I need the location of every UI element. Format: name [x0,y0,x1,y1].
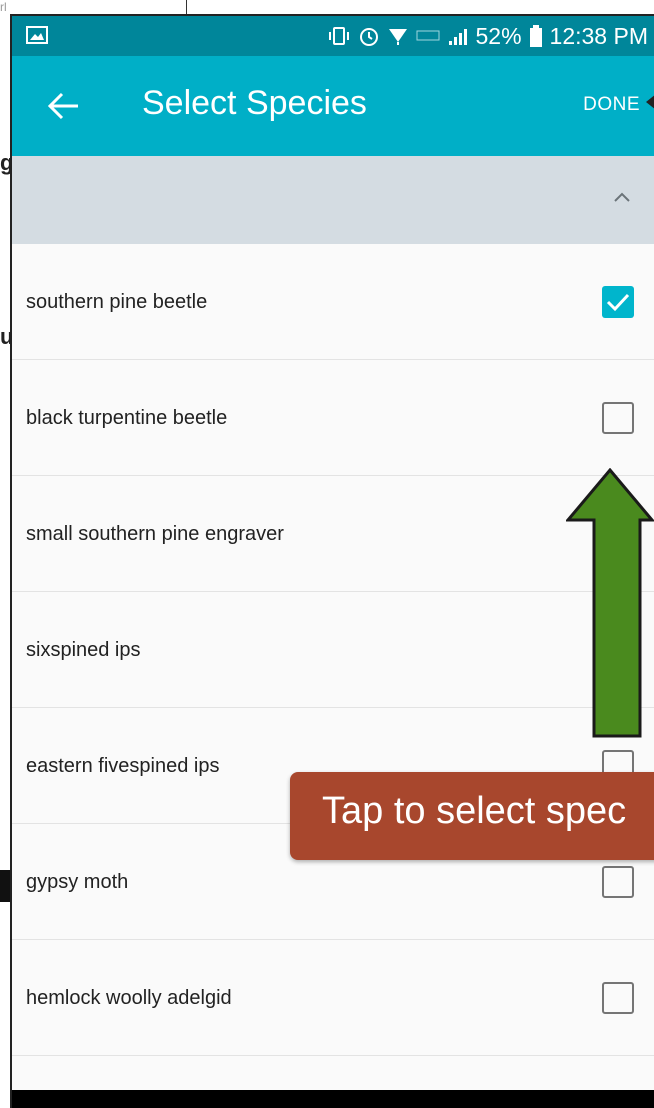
clock: 12:38 PM [549,22,648,49]
species-list: southern pine beetle black turpentine be… [12,244,654,1056]
species-row[interactable]: hemlock woolly adelgid [12,940,654,1056]
callout-text: Tap to select spec [322,790,627,832]
checkmark-icon [606,293,630,312]
back-arrow-icon[interactable] [44,86,84,126]
navigation-bar [12,1090,654,1108]
background-text-fragment: rl [0,0,7,14]
species-label: eastern fivespined ips [26,755,220,777]
app-bar: Select Species DONE [12,56,654,156]
status-icons: 52% 12:38 PM [328,16,648,56]
species-label: small southern pine engraver [26,523,284,545]
collapsible-group-header[interactable] [12,156,654,244]
species-label: gypsy moth [26,871,129,893]
battery-percent: 52% [475,22,522,49]
chevron-up-icon[interactable] [612,190,632,204]
species-checkbox[interactable] [602,402,634,434]
species-row[interactable]: southern pine beetle [12,244,654,360]
up-arrow-annotation-icon [566,468,654,738]
signal-icon [448,29,467,45]
species-label: sixspined ips [26,639,141,661]
vibrate-icon [328,27,349,45]
pointer-arrow-icon [646,95,654,109]
image-notification-icon [26,26,48,44]
instruction-callout: Tap to select spec [290,772,654,860]
status-bar: 52% 12:38 PM [12,16,654,56]
species-label: black turpentine beetle [26,407,228,429]
page-title: Select Species [142,84,367,122]
species-row[interactable]: sixspined ips [12,592,654,708]
species-label: hemlock woolly adelgid [26,987,232,1009]
wifi-icon [388,29,407,45]
species-row[interactable]: small southern pine engraver [12,476,654,592]
phone-screen: 52% 12:38 PM Select Species DONE souther… [10,14,654,1108]
species-checkbox[interactable] [602,866,634,898]
battery-icon [529,25,542,47]
species-checkbox[interactable] [602,982,634,1014]
alarm-icon [359,28,378,46]
species-row[interactable]: black turpentine beetle [12,360,654,476]
background-divider-line [186,0,187,14]
species-label: southern pine beetle [26,291,208,313]
volte-icon [416,30,439,41]
done-button[interactable]: DONE [583,94,640,116]
species-checkbox[interactable] [602,286,634,318]
